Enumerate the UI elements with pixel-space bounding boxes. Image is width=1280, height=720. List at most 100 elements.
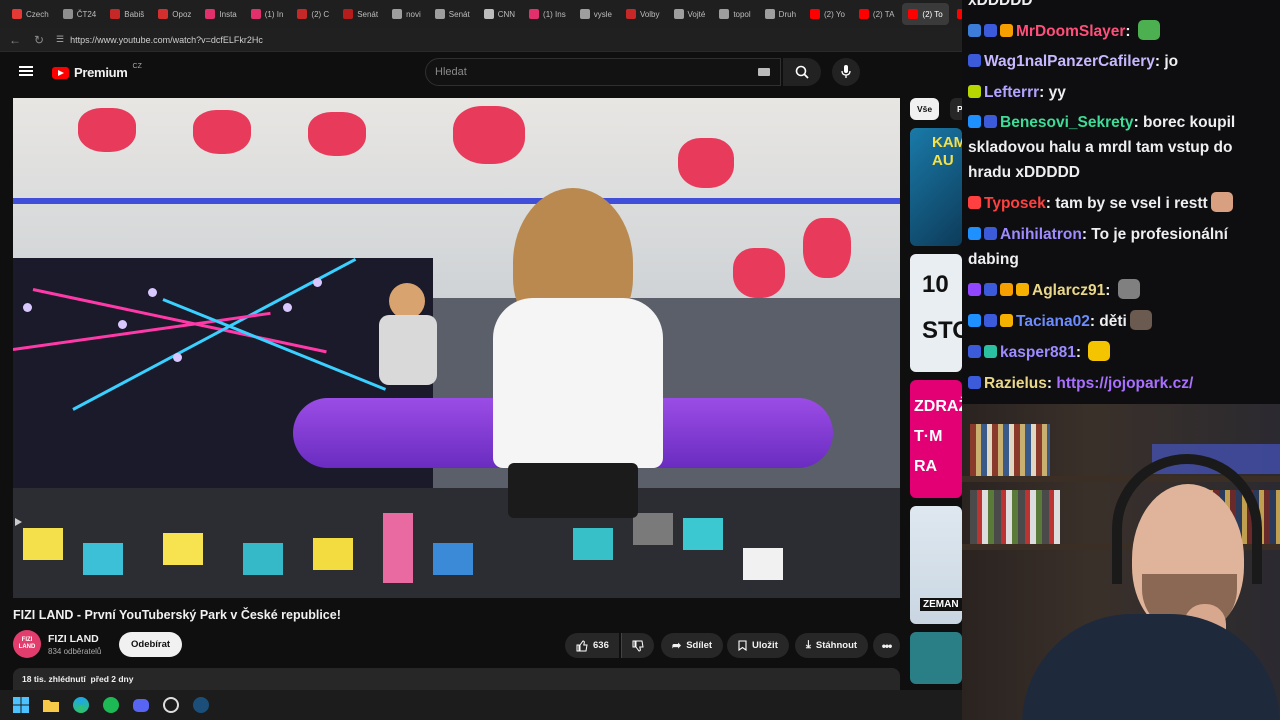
more-actions-button[interactable]: ••• — [873, 633, 900, 658]
chat-username[interactable]: Razielus — [984, 375, 1047, 392]
download-label: Stáhnout — [815, 640, 858, 651]
chat-username[interactable]: Typosek — [984, 195, 1046, 212]
windows-start-icon[interactable] — [12, 696, 30, 714]
tab-label: Insta — [219, 9, 237, 19]
light-dot — [283, 303, 292, 312]
browser-tab[interactable]: (2) TA — [853, 3, 900, 25]
youtube-premium-logo[interactable]: Premium CZ — [52, 63, 142, 80]
spotify-icon[interactable] — [102, 696, 120, 714]
chat-emote-icon — [1088, 341, 1111, 361]
chat-text: : děti — [1089, 313, 1127, 330]
edge-browser-icon[interactable] — [72, 696, 90, 714]
foam-block — [743, 548, 783, 580]
chat-username[interactable]: Lefterrr — [984, 84, 1039, 101]
browser-tab[interactable]: Czech — [6, 3, 55, 25]
browser-tab[interactable]: Senát — [429, 3, 476, 25]
tab-label: CNN — [497, 9, 516, 19]
tab-favicon-icon — [858, 9, 869, 19]
recommended-video-thumbnail[interactable]: 10 STOJE — [910, 254, 962, 372]
browser-tab[interactable]: (2) Yo — [804, 3, 851, 25]
chat-link[interactable]: https://jojopark.cz/ — [1056, 375, 1193, 392]
steam-icon[interactable] — [192, 696, 210, 714]
chat-username[interactable]: kasper881 — [1000, 344, 1076, 361]
chat-username[interactable]: Aglarcz91 — [1032, 282, 1105, 299]
subscribe-button[interactable]: Odebírat — [119, 632, 183, 657]
search-input[interactable]: Hledat — [425, 58, 781, 86]
discord-icon[interactable] — [132, 696, 150, 714]
download-button[interactable]: ⤓ Stáhnout — [795, 633, 869, 658]
file-explorer-icon[interactable] — [42, 696, 60, 714]
dislike-button[interactable] — [621, 633, 654, 658]
browser-tab[interactable]: (2) Je — [951, 3, 962, 25]
tab-favicon-icon — [62, 9, 73, 19]
channel-name[interactable]: FIZI LAND — [48, 633, 99, 645]
recommended-video-thumbnail[interactable]: KAM AU — [910, 128, 962, 246]
foam-pit — [13, 488, 900, 598]
chat-username[interactable]: Benesovi_Sekrety — [1000, 114, 1134, 131]
progress-play-marker[interactable] — [15, 518, 22, 526]
video-player[interactable] — [13, 98, 900, 598]
channel-avatar[interactable]: FIZI LAND — [13, 630, 41, 658]
chat-text: : — [1105, 282, 1115, 299]
tab-label: (2) C — [311, 9, 330, 19]
thumbs-up-icon — [576, 639, 588, 651]
browser-tab[interactable]: ČT24 — [57, 3, 103, 25]
url-field[interactable]: ☰ https://www.youtube.com/watch?v=dcfELF… — [56, 31, 956, 49]
chat-username[interactable]: MrDoomSlayer — [1016, 23, 1125, 40]
browser-tab[interactable]: CNN — [478, 3, 521, 25]
obs-icon[interactable] — [162, 696, 180, 714]
browser-tab[interactable]: Druh — [759, 3, 802, 25]
tab-favicon-icon — [392, 9, 403, 19]
browser-tab[interactable]: (2) To — [902, 3, 949, 25]
chip-all[interactable]: Vše — [910, 98, 940, 120]
browser-tab[interactable]: Vojté — [668, 3, 712, 25]
tab-favicon-icon — [158, 9, 169, 19]
tab-favicon-icon — [625, 9, 636, 19]
browser-tab[interactable]: Opoz — [152, 3, 197, 25]
share-button[interactable]: ➦ Sdílet — [661, 633, 724, 658]
chat-username[interactable]: Taciana02 — [1016, 313, 1090, 330]
browser-tab[interactable]: Insta — [199, 3, 242, 25]
browser-address-bar: ← ↻ ☰ https://www.youtube.com/watch?v=dc… — [0, 28, 962, 52]
browser-tab[interactable]: novi — [386, 3, 427, 25]
chat-badge-icon — [968, 85, 981, 98]
recommended-video-thumbnail[interactable] — [910, 632, 962, 684]
cat-decoration — [193, 110, 251, 154]
browser-tab[interactable]: vysle — [574, 3, 618, 25]
chat-badge-icon — [984, 345, 997, 358]
foam-block — [313, 538, 353, 570]
microphone-icon — [841, 65, 851, 78]
browser-tab[interactable]: Senát — [337, 3, 384, 25]
save-button[interactable]: Uložit — [727, 633, 789, 658]
tab-label: vysle — [593, 9, 612, 19]
like-button[interactable]: 636 — [565, 633, 619, 658]
hamburger-menu-icon[interactable] — [19, 64, 33, 78]
keyboard-icon[interactable] — [758, 68, 770, 76]
browser-tab[interactable]: Babiš — [104, 3, 150, 25]
tab-favicon-icon — [908, 9, 919, 19]
chat-username[interactable]: Wag1nalPanzerCafilery — [984, 53, 1155, 70]
browser-tab[interactable]: topol — [713, 3, 756, 25]
recommended-video-thumbnail[interactable]: ZDRAŽ T·M RA — [910, 380, 962, 498]
recommended-video-thumbnail[interactable]: ZEMAN — [910, 506, 962, 624]
browser-tab[interactable]: (2) C — [291, 3, 335, 25]
chat-badge-icon — [968, 314, 981, 327]
chat-message: Benesovi_Sekrety: borec koupil skladovou… — [968, 110, 1278, 185]
back-arrow-icon[interactable]: ← — [8, 33, 22, 47]
masthead: Premium CZ Hledat — [0, 52, 962, 94]
site-info-icon[interactable]: ☰ — [56, 34, 64, 45]
thumbnail-text: ZDRAŽ T·M RA — [914, 398, 962, 475]
thumbnail-text: KAM AU — [932, 134, 962, 169]
search-button[interactable] — [783, 58, 821, 86]
chat-username[interactable]: Anihilatron — [1000, 226, 1082, 243]
chat-message: xDDDDD — [968, 0, 1278, 13]
description-box[interactable]: 18 tis. zhlédnutí před 2 dny — [13, 668, 900, 690]
tab-favicon-icon — [719, 9, 730, 19]
browser-tab[interactable]: (1) Ins — [523, 3, 572, 25]
cat-decoration — [308, 112, 366, 156]
voice-search-button[interactable] — [832, 58, 860, 86]
browser-tab[interactable]: (1) In — [245, 3, 290, 25]
browser-tab[interactable]: Volby — [620, 3, 666, 25]
reload-icon[interactable]: ↻ — [32, 33, 46, 47]
cat-decoration — [678, 138, 734, 188]
